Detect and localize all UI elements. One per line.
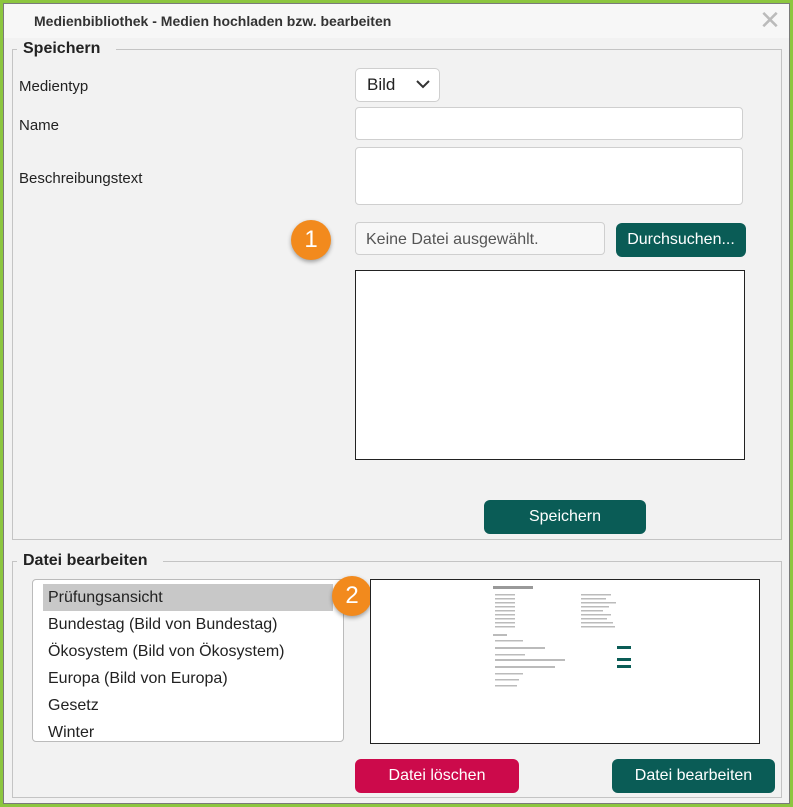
media-type-label: Medientyp bbox=[19, 78, 89, 95]
list-item[interactable]: Bundestag (Bild von Bundestag) bbox=[43, 611, 333, 638]
media-type-select[interactable]: Bild bbox=[355, 68, 440, 102]
description-label: Beschreibungstext bbox=[19, 170, 143, 187]
media-library-dialog: Medienbibliothek - Medien hochladen bzw.… bbox=[3, 3, 790, 804]
name-label: Name bbox=[19, 117, 60, 134]
chevron-down-icon bbox=[415, 74, 431, 99]
edit-file-button[interactable]: Datei bearbeiten bbox=[612, 759, 775, 793]
list-item[interactable]: Gesetz bbox=[43, 692, 333, 719]
callout-badge-2: 2 bbox=[332, 576, 372, 616]
edit-section-legend: Datei bearbeiten bbox=[17, 552, 164, 570]
list-item[interactable]: Prüfungsansicht bbox=[43, 584, 333, 611]
name-input[interactable] bbox=[355, 107, 743, 140]
close-icon[interactable]: ✕ bbox=[757, 7, 783, 33]
dialog-title: Medienbibliothek - Medien hochladen bzw.… bbox=[34, 13, 392, 29]
description-textarea[interactable] bbox=[355, 147, 743, 205]
upload-preview-area bbox=[355, 270, 745, 460]
file-listbox[interactable]: Prüfungsansicht Bundestag (Bild von Bund… bbox=[32, 579, 344, 742]
browse-button[interactable]: Durchsuchen... bbox=[616, 223, 746, 257]
preview-thumbnail bbox=[491, 584, 641, 702]
callout-badge-1: 1 bbox=[291, 220, 331, 260]
list-item[interactable]: Winter bbox=[43, 719, 333, 741]
file-name-field: Keine Datei ausgewählt. bbox=[355, 222, 605, 255]
delete-file-button[interactable]: Datei löschen bbox=[355, 759, 519, 793]
list-item[interactable]: Ökosystem (Bild von Ökosystem) bbox=[43, 638, 333, 665]
list-item[interactable]: Europa (Bild von Europa) bbox=[43, 665, 333, 692]
file-preview bbox=[370, 579, 760, 744]
file-placeholder-text: Keine Datei ausgewählt. bbox=[366, 231, 539, 248]
dialog-titlebar[interactable]: Medienbibliothek - Medien hochladen bzw.… bbox=[4, 4, 789, 38]
save-button[interactable]: Speichern bbox=[484, 500, 646, 534]
save-section-legend: Speichern bbox=[17, 40, 117, 58]
media-type-value: Bild bbox=[367, 75, 396, 94]
